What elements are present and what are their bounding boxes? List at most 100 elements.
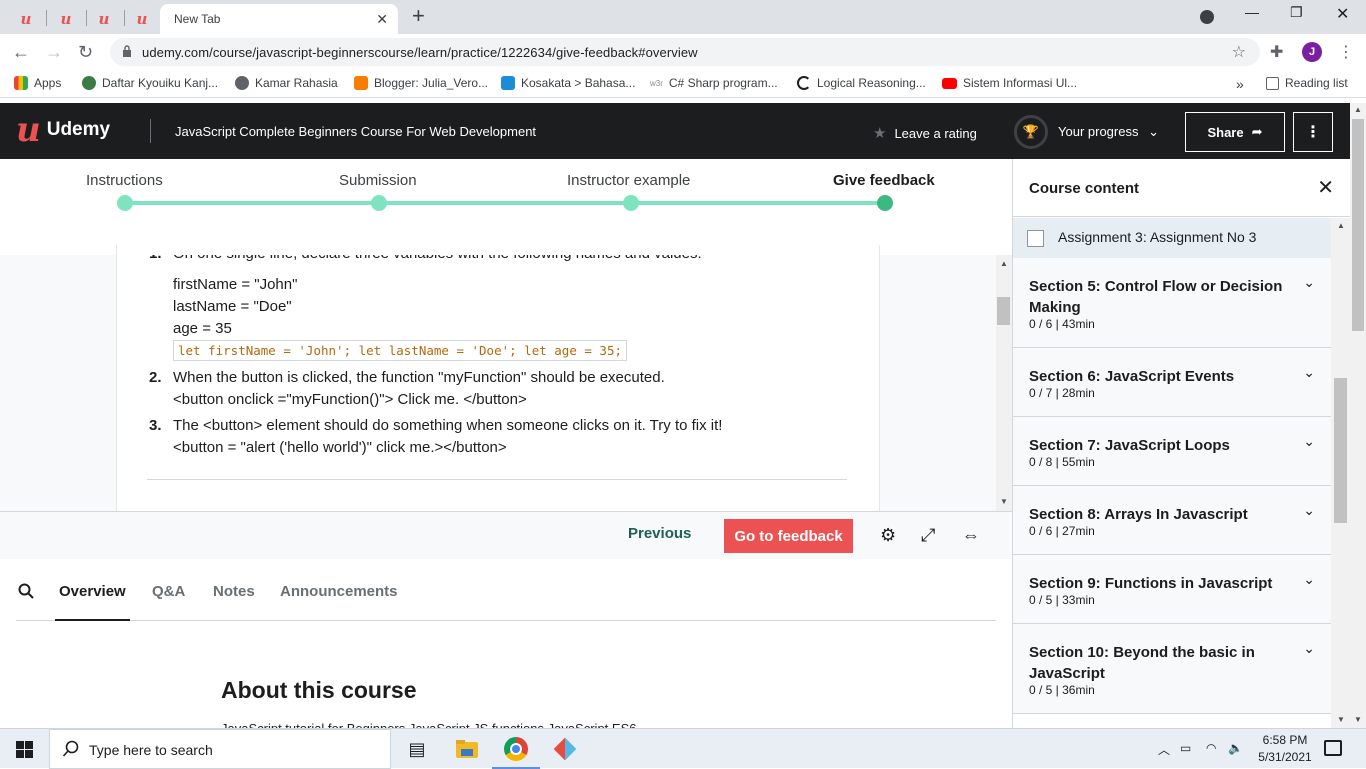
settings-gear-icon[interactable]: ⚙ xyxy=(880,525,896,546)
share-button[interactable]: Share ➦ xyxy=(1185,112,1285,152)
reload-icon[interactable]: ↻ xyxy=(78,42,93,62)
bookmark-blogger[interactable]: Blogger: Julia_Vero... xyxy=(354,76,488,90)
chevron-down-icon[interactable]: ⌄ xyxy=(1303,364,1315,381)
step-dot-submission[interactable] xyxy=(371,195,387,211)
scroll-up-icon[interactable]: ▲ xyxy=(1354,105,1362,114)
browser-tab-new-tab[interactable]: New Tab ✕ xyxy=(160,4,398,34)
task-view-icon[interactable]: ▤ xyxy=(405,737,429,761)
address-bar[interactable]: udemy.com/course/javascript-beginnerscou… xyxy=(110,38,1260,66)
section-9[interactable]: Section 9: Functions in Javascript 0 / 5… xyxy=(1013,555,1331,624)
scroll-thumb[interactable] xyxy=(997,297,1010,325)
browser-tab-udemy-2[interactable]: u xyxy=(48,4,84,34)
minimize-icon[interactable]: — xyxy=(1245,4,1259,20)
assignment-card: 1. On one single line, declare three var… xyxy=(116,245,880,511)
bookmark-star-icon[interactable]: ☆ xyxy=(1232,42,1246,62)
browser-tab-udemy-4[interactable]: u xyxy=(124,4,160,34)
reading-list-button[interactable]: Reading list xyxy=(1266,76,1348,90)
bookmark-logical-reasoning[interactable]: Logical Reasoning... xyxy=(797,76,926,90)
step-dot-give-feedback[interactable] xyxy=(877,195,893,211)
volume-icon[interactable]: 🔈 xyxy=(1228,741,1243,755)
tab-overview[interactable]: Overview xyxy=(55,583,130,621)
scroll-down-icon[interactable]: ▼ xyxy=(1000,497,1008,506)
close-tab-icon[interactable]: ✕ xyxy=(376,11,388,28)
close-window-icon[interactable]: ✕ xyxy=(1336,4,1349,24)
bookmark-kosakata[interactable]: Kosakata > Bahasa... xyxy=(501,76,635,90)
go-to-feedback-button[interactable]: Go to feedback xyxy=(724,519,853,553)
notification-center-icon[interactable] xyxy=(1324,740,1342,756)
more-bookmarks-icon[interactable]: » xyxy=(1236,76,1244,92)
blogger-icon xyxy=(354,76,368,90)
tab-search-icon[interactable] xyxy=(1200,10,1214,24)
back-arrow-icon[interactable]: ← xyxy=(12,42,30,62)
section-5[interactable]: Section 5: Control Flow or Decision Maki… xyxy=(1013,258,1331,348)
scroll-down-icon[interactable]: ▼ xyxy=(1354,715,1362,724)
section-6[interactable]: Section 6: JavaScript Events 0 / 7 | 28m… xyxy=(1013,348,1331,417)
windows-start-icon[interactable] xyxy=(16,741,33,758)
your-progress-button[interactable]: Your progress ⌄ xyxy=(1058,124,1159,140)
forward-arrow-icon[interactable]: → xyxy=(45,42,63,62)
assignment-item[interactable]: Assignment 3: Assignment No 3 xyxy=(1013,218,1331,258)
step-dot-instructions[interactable] xyxy=(117,195,133,211)
scroll-up-icon[interactable]: ▲ xyxy=(1000,259,1008,268)
chevron-down-icon[interactable]: ⌄ xyxy=(1303,571,1315,588)
step-instructions[interactable]: Instructions xyxy=(86,172,163,189)
tab-notes[interactable]: Notes xyxy=(213,583,255,600)
bookmark-apps[interactable]: Apps xyxy=(14,76,61,90)
section-10[interactable]: Section 10: Beyond the basic in JavaScri… xyxy=(1013,624,1331,714)
profile-avatar[interactable]: J xyxy=(1302,42,1322,62)
previous-button[interactable]: Previous xyxy=(628,525,691,542)
show-hidden-icons[interactable]: ︿ xyxy=(1158,741,1170,758)
chrome-menu-icon[interactable]: ⋮ xyxy=(1338,42,1354,62)
taskbar-search-box[interactable]: Type here to search xyxy=(49,729,391,769)
leave-rating-button[interactable]: ★ Leave a rating xyxy=(873,124,977,142)
bookmark-sistem-informasi[interactable]: Sistem Informasi Ul... xyxy=(942,76,1077,90)
scroll-down-icon[interactable]: ▼ xyxy=(1337,715,1345,724)
bookmark-csharp[interactable]: w3r C# Sharp program... xyxy=(650,76,778,90)
bookmark-daftar-kyouiku[interactable]: Daftar Kyouiku Kanj... xyxy=(82,76,218,90)
udemy-logo[interactable]: u Udemy xyxy=(16,113,110,147)
network-icon[interactable]: ▭ xyxy=(1180,741,1191,755)
scroll-up-icon[interactable]: ▲ xyxy=(1337,221,1345,230)
step-submission[interactable]: Submission xyxy=(339,172,417,189)
tab-qa[interactable]: Q&A xyxy=(152,583,185,600)
star-icon: ★ xyxy=(873,125,887,142)
step-instructor-example[interactable]: Instructor example xyxy=(567,172,690,189)
bookmark-kamar-rahasia[interactable]: Kamar Rahasia xyxy=(235,76,338,90)
question-number: 2. xyxy=(149,369,162,386)
fullscreen-expand-icon[interactable]: ⤢ xyxy=(921,525,935,546)
more-options-button[interactable]: ⋮ xyxy=(1293,112,1333,152)
scroll-thumb[interactable] xyxy=(1334,378,1347,523)
wifi-icon[interactable]: ◠ xyxy=(1206,741,1216,755)
file-explorer-icon[interactable] xyxy=(455,737,479,761)
page-scrollbar[interactable]: ▲ ▼ xyxy=(1350,103,1366,728)
completion-checkbox[interactable] xyxy=(1027,230,1044,247)
action-bar: Previous Go to feedback ⚙ ⤢ ⇔ xyxy=(0,511,1012,559)
sidebar-scrollbar[interactable]: ▲ ▼ xyxy=(1331,218,1350,728)
chevron-down-icon[interactable]: ⌄ xyxy=(1303,274,1315,291)
section-8[interactable]: Section 8: Arrays In Javascript 0 / 6 | … xyxy=(1013,486,1331,555)
trophy-icon[interactable]: 🏆 xyxy=(1014,115,1048,149)
pinned-app-icon[interactable] xyxy=(553,737,577,761)
close-sidebar-icon[interactable]: ✕ xyxy=(1317,175,1334,200)
section-7[interactable]: Section 7: JavaScript Loops 0 / 8 | 55mi… xyxy=(1013,417,1331,486)
new-tab-button[interactable]: + xyxy=(412,5,425,27)
browser-tab-udemy-3[interactable]: u xyxy=(86,4,122,34)
restore-icon[interactable]: ❐ xyxy=(1290,4,1303,21)
step-give-feedback[interactable]: Give feedback xyxy=(833,172,935,189)
search-icon[interactable] xyxy=(18,583,34,599)
share-label: Share xyxy=(1207,124,1244,140)
chevron-down-icon[interactable]: ⌄ xyxy=(1303,502,1315,519)
step-dot-instructor-example[interactable] xyxy=(623,195,639,211)
course-title[interactable]: JavaScript Complete Beginners Course For… xyxy=(175,124,536,139)
system-clock[interactable]: 6:58 PM 5/31/2021 xyxy=(1250,732,1320,766)
chrome-taskbar-icon[interactable] xyxy=(492,737,540,769)
scroll-thumb[interactable] xyxy=(1352,119,1364,331)
browser-tab-udemy-1[interactable]: u xyxy=(8,4,44,34)
extensions-puzzle-icon[interactable]: ✚ xyxy=(1270,42,1283,62)
theatre-mode-icon[interactable]: ⇔ xyxy=(962,525,980,546)
share-arrow-icon: ➦ xyxy=(1251,124,1263,139)
tab-announcements[interactable]: Announcements xyxy=(280,583,398,600)
content-scrollbar[interactable]: ▲ ▼ xyxy=(996,255,1012,511)
chevron-down-icon[interactable]: ⌄ xyxy=(1303,433,1315,450)
chevron-down-icon[interactable]: ⌄ xyxy=(1303,640,1315,657)
